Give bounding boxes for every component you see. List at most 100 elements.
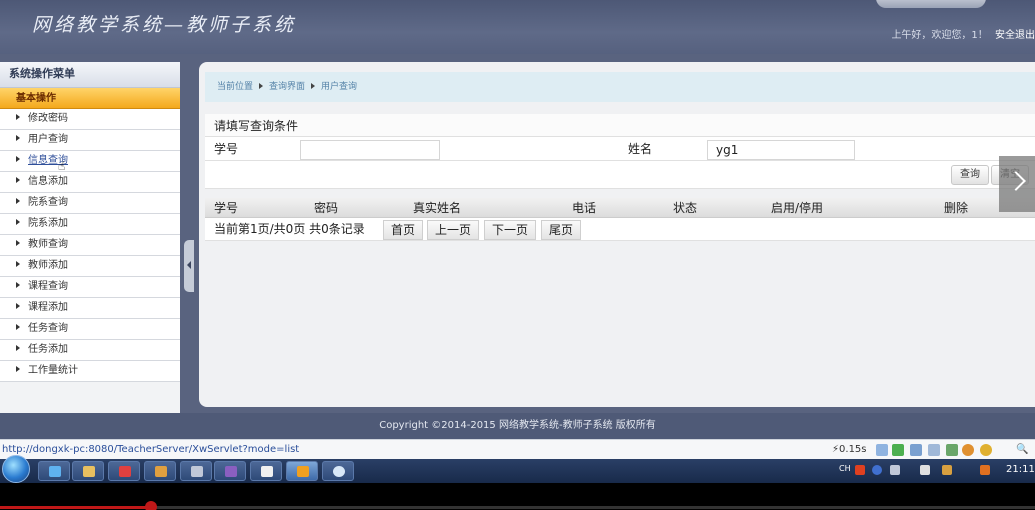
sidebar: 系统操作菜单 基本操作 修改密码 用户查询 信息查询 ☝ 信息添加 院系查询 院系…	[0, 62, 180, 413]
help-icon[interactable]	[872, 465, 882, 475]
sidebar-item-user-query[interactable]: 用户查询	[0, 130, 180, 151]
taskbar-app-media[interactable]	[108, 461, 140, 481]
arrow-right-icon	[16, 366, 20, 372]
column-header: 删除	[944, 201, 969, 215]
sidebar-item-label: 课程查询	[28, 281, 68, 292]
arrow-right-icon	[16, 303, 20, 309]
network-tray-icon[interactable]	[920, 465, 930, 475]
search-button[interactable]: 查询	[951, 165, 989, 185]
sidebar-item-label: 用户查询	[28, 134, 68, 145]
browser-icon	[297, 466, 309, 477]
java-icon[interactable]	[980, 465, 990, 475]
camera-icon[interactable]	[928, 444, 940, 456]
sidebar-item-label: 教师添加	[28, 260, 68, 271]
sidebar-item-label: 教师查询	[28, 239, 68, 250]
sidebar-collapse-handle[interactable]	[184, 240, 194, 292]
breadcrumb-level1[interactable]: 查询界面	[269, 82, 305, 92]
next-page-button[interactable]: 下一页	[484, 220, 537, 240]
page-info: 当前第1页/共0页 共0条记录	[214, 218, 365, 241]
sidebar-item-dept-query[interactable]: 院系查询	[0, 193, 180, 214]
first-page-button[interactable]: 首页	[383, 220, 424, 240]
arrow-right-icon	[16, 240, 20, 246]
ime-icon[interactable]	[855, 465, 865, 475]
sidebar-item-course-add[interactable]: 课程添加	[0, 298, 180, 319]
sidebar-item-label: 任务添加	[28, 344, 68, 355]
arrow-right-icon	[16, 135, 20, 141]
query-fields-row: 学号 姓名	[205, 136, 1035, 161]
sidebar-item-workload-stats[interactable]: 工作量统计	[0, 361, 180, 382]
tool-icon	[191, 466, 203, 477]
header-tab-decoration	[876, 0, 986, 8]
column-header: 电话	[572, 201, 597, 215]
taskbar-app-eclipse[interactable]	[144, 461, 176, 481]
eye-icon[interactable]	[962, 444, 974, 456]
security-icon[interactable]	[942, 465, 952, 475]
logout-link[interactable]: 安全退出	[995, 30, 1035, 41]
welcome-text: 上午好，欢迎您，1！	[891, 30, 988, 41]
window-icon[interactable]	[946, 444, 958, 456]
arrow-right-icon	[16, 177, 20, 183]
folder-icon	[83, 466, 95, 477]
network-icon[interactable]	[876, 444, 888, 456]
download-icon[interactable]	[892, 444, 904, 456]
query-form-title: 请填写查询条件	[205, 114, 1035, 136]
prev-page-button[interactable]: 上一页	[427, 220, 480, 240]
sidebar-item-info-query[interactable]: 信息查询 ☝	[0, 151, 180, 173]
taskbar-app-ie[interactable]	[38, 461, 70, 481]
sidebar-item-task-add[interactable]: 任务添加	[0, 340, 180, 361]
os-taskbar: CH 21:11	[0, 455, 1035, 483]
settings-icon[interactable]	[890, 465, 900, 475]
arrow-right-icon	[16, 114, 20, 120]
breadcrumb-arrow-icon	[311, 83, 316, 89]
column-header: 密码	[314, 201, 339, 215]
slide-next-button[interactable]	[999, 156, 1035, 212]
sidebar-item-teacher-add[interactable]: 教师添加	[0, 256, 180, 277]
taskbar-app-tool[interactable]	[180, 461, 212, 481]
browser-status-bar: http://dongxk-pc:8080/TeacherServer/XwSe…	[0, 439, 1035, 475]
last-page-button[interactable]: 尾页	[541, 220, 582, 240]
sidebar-item-label: 院系添加	[28, 218, 68, 229]
arrow-right-icon	[16, 219, 20, 225]
breadcrumb-level2[interactable]: 用户查询	[321, 82, 357, 92]
welcome-area: 上午好，欢迎您，1！ 安全退出	[887, 26, 1035, 41]
app-header: 网络教学系统—教师子系统 上午好，欢迎您，1！ 安全退出	[0, 0, 1035, 54]
name-input[interactable]	[707, 140, 855, 160]
document-icon	[261, 466, 273, 477]
taskbar-app-document[interactable]	[250, 461, 282, 481]
volume-icon[interactable]	[910, 444, 922, 456]
results-table: 学号 密码 真实姓名 电话 状态 启用/停用 删除 当前第1页/共0页 共0条记…	[205, 198, 1035, 241]
arrow-right-icon	[16, 345, 20, 351]
query-buttons-row: 查询 清空	[205, 161, 1035, 189]
taskbar-app-explorer[interactable]	[72, 461, 104, 481]
taskbar-app-recorder[interactable]	[322, 461, 354, 481]
app-title: 网络教学系统—教师子系统	[32, 14, 297, 36]
sidebar-menu-title: 系统操作菜单	[0, 62, 180, 88]
breadcrumb-current: 当前位置	[217, 82, 254, 92]
sidebar-item-dept-add[interactable]: 院系添加	[0, 214, 180, 235]
status-url: http://dongxk-pc:8080/TeacherServer/XwSe…	[2, 444, 300, 455]
arrow-right-icon	[16, 324, 20, 330]
eclipse-icon	[155, 466, 167, 477]
sidebar-item-course-query[interactable]: 课程查询	[0, 277, 180, 298]
content-panel: 当前位置 查询界面 用户查询 请填写查询条件 学号 姓名 查询 清空 学号 密码 真…	[199, 62, 1035, 407]
shield-icon[interactable]	[980, 444, 992, 456]
sidebar-item-change-password[interactable]: 修改密码	[0, 109, 180, 130]
taskbar-app-vs[interactable]	[214, 461, 246, 481]
video-progress-handle[interactable]	[145, 501, 157, 510]
sidebar-group-basic[interactable]: 基本操作	[0, 88, 180, 109]
sidebar-item-label: 课程添加	[28, 302, 68, 313]
arrow-right-icon	[16, 261, 20, 267]
column-header: 真实姓名	[413, 201, 462, 215]
sidebar-item-task-query[interactable]: 任务查询	[0, 319, 180, 340]
column-header: 状态	[673, 201, 698, 215]
page-info-text: 当前第1页/共0页	[214, 222, 306, 236]
sidebar-item-label: 工作量统计	[28, 365, 78, 376]
start-button-icon[interactable]	[2, 455, 30, 483]
student-id-input[interactable]	[300, 140, 440, 160]
sidebar-item-teacher-query[interactable]: 教师查询	[0, 235, 180, 256]
recorder-icon	[333, 466, 345, 477]
video-player-bar	[0, 483, 1035, 510]
taskbar-app-browser[interactable]	[286, 461, 318, 481]
sidebar-item-info-add[interactable]: 信息添加	[0, 172, 180, 193]
input-language[interactable]: CH	[839, 464, 851, 473]
